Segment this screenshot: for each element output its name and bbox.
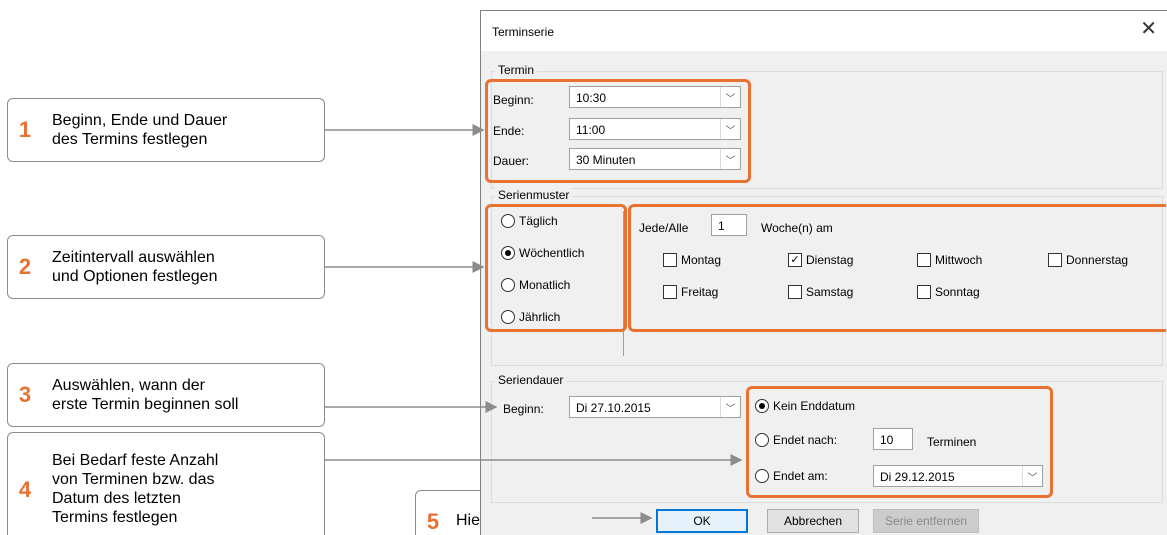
callout-4: 4 Bei Bedarf feste Anzahl von Terminen b… — [7, 432, 325, 535]
callout-number: 2 — [18, 254, 32, 279]
label-serie-beginn: Beginn: — [503, 402, 544, 416]
callout-number: 3 — [18, 382, 32, 407]
cancel-button[interactable]: Abbrechen — [767, 509, 859, 533]
series-start-date-value: Di 27.10.2015 — [576, 401, 651, 415]
highlight-weekly-options — [628, 204, 1166, 332]
ok-button[interactable]: OK — [656, 509, 748, 533]
callout-text: Zeitintervall auswählen und Optionen fes… — [52, 249, 218, 285]
highlight-series-end — [746, 386, 1053, 498]
callout-text: Bei Bedarf feste Anzahl von Terminen bzw… — [52, 452, 219, 526]
group-label-seriendauer: Seriendauer — [495, 373, 567, 387]
callout-number: 4 — [18, 477, 32, 502]
dialog-terminserie: Terminserie ✕ Termin Beginn: 10:30 ﹀ End… — [480, 10, 1167, 535]
callout-2: 2 Zeitintervall auswählen und Optionen f… — [7, 235, 325, 299]
group-label-serienmuster: Serienmuster — [495, 188, 573, 202]
chevron-down-icon[interactable]: ﹀ — [720, 397, 740, 417]
callout-text: Auswählen, wann der erste Termin beginne… — [52, 377, 239, 413]
callout-text: Beginn, Ende und Dauer des Termins festl… — [52, 112, 228, 148]
title-bar: Terminserie ✕ — [481, 11, 1167, 51]
highlight-interval-options — [485, 204, 627, 332]
highlight-termin — [485, 79, 751, 183]
remove-series-button[interactable]: Serie entfernen — [873, 509, 979, 533]
callout-3: 3 Auswählen, wann der erste Termin begin… — [7, 363, 325, 427]
callout-number: 5 — [426, 509, 440, 534]
callout-number: 1 — [18, 117, 32, 142]
close-icon[interactable]: ✕ — [1140, 19, 1157, 39]
group-label-termin: Termin — [495, 63, 538, 77]
dialog-title: Terminserie — [492, 25, 555, 39]
callout-1: 1 Beginn, Ende und Dauer des Termins fes… — [7, 98, 325, 162]
series-start-date-combo[interactable]: Di 27.10.2015 ﹀ — [569, 396, 741, 418]
